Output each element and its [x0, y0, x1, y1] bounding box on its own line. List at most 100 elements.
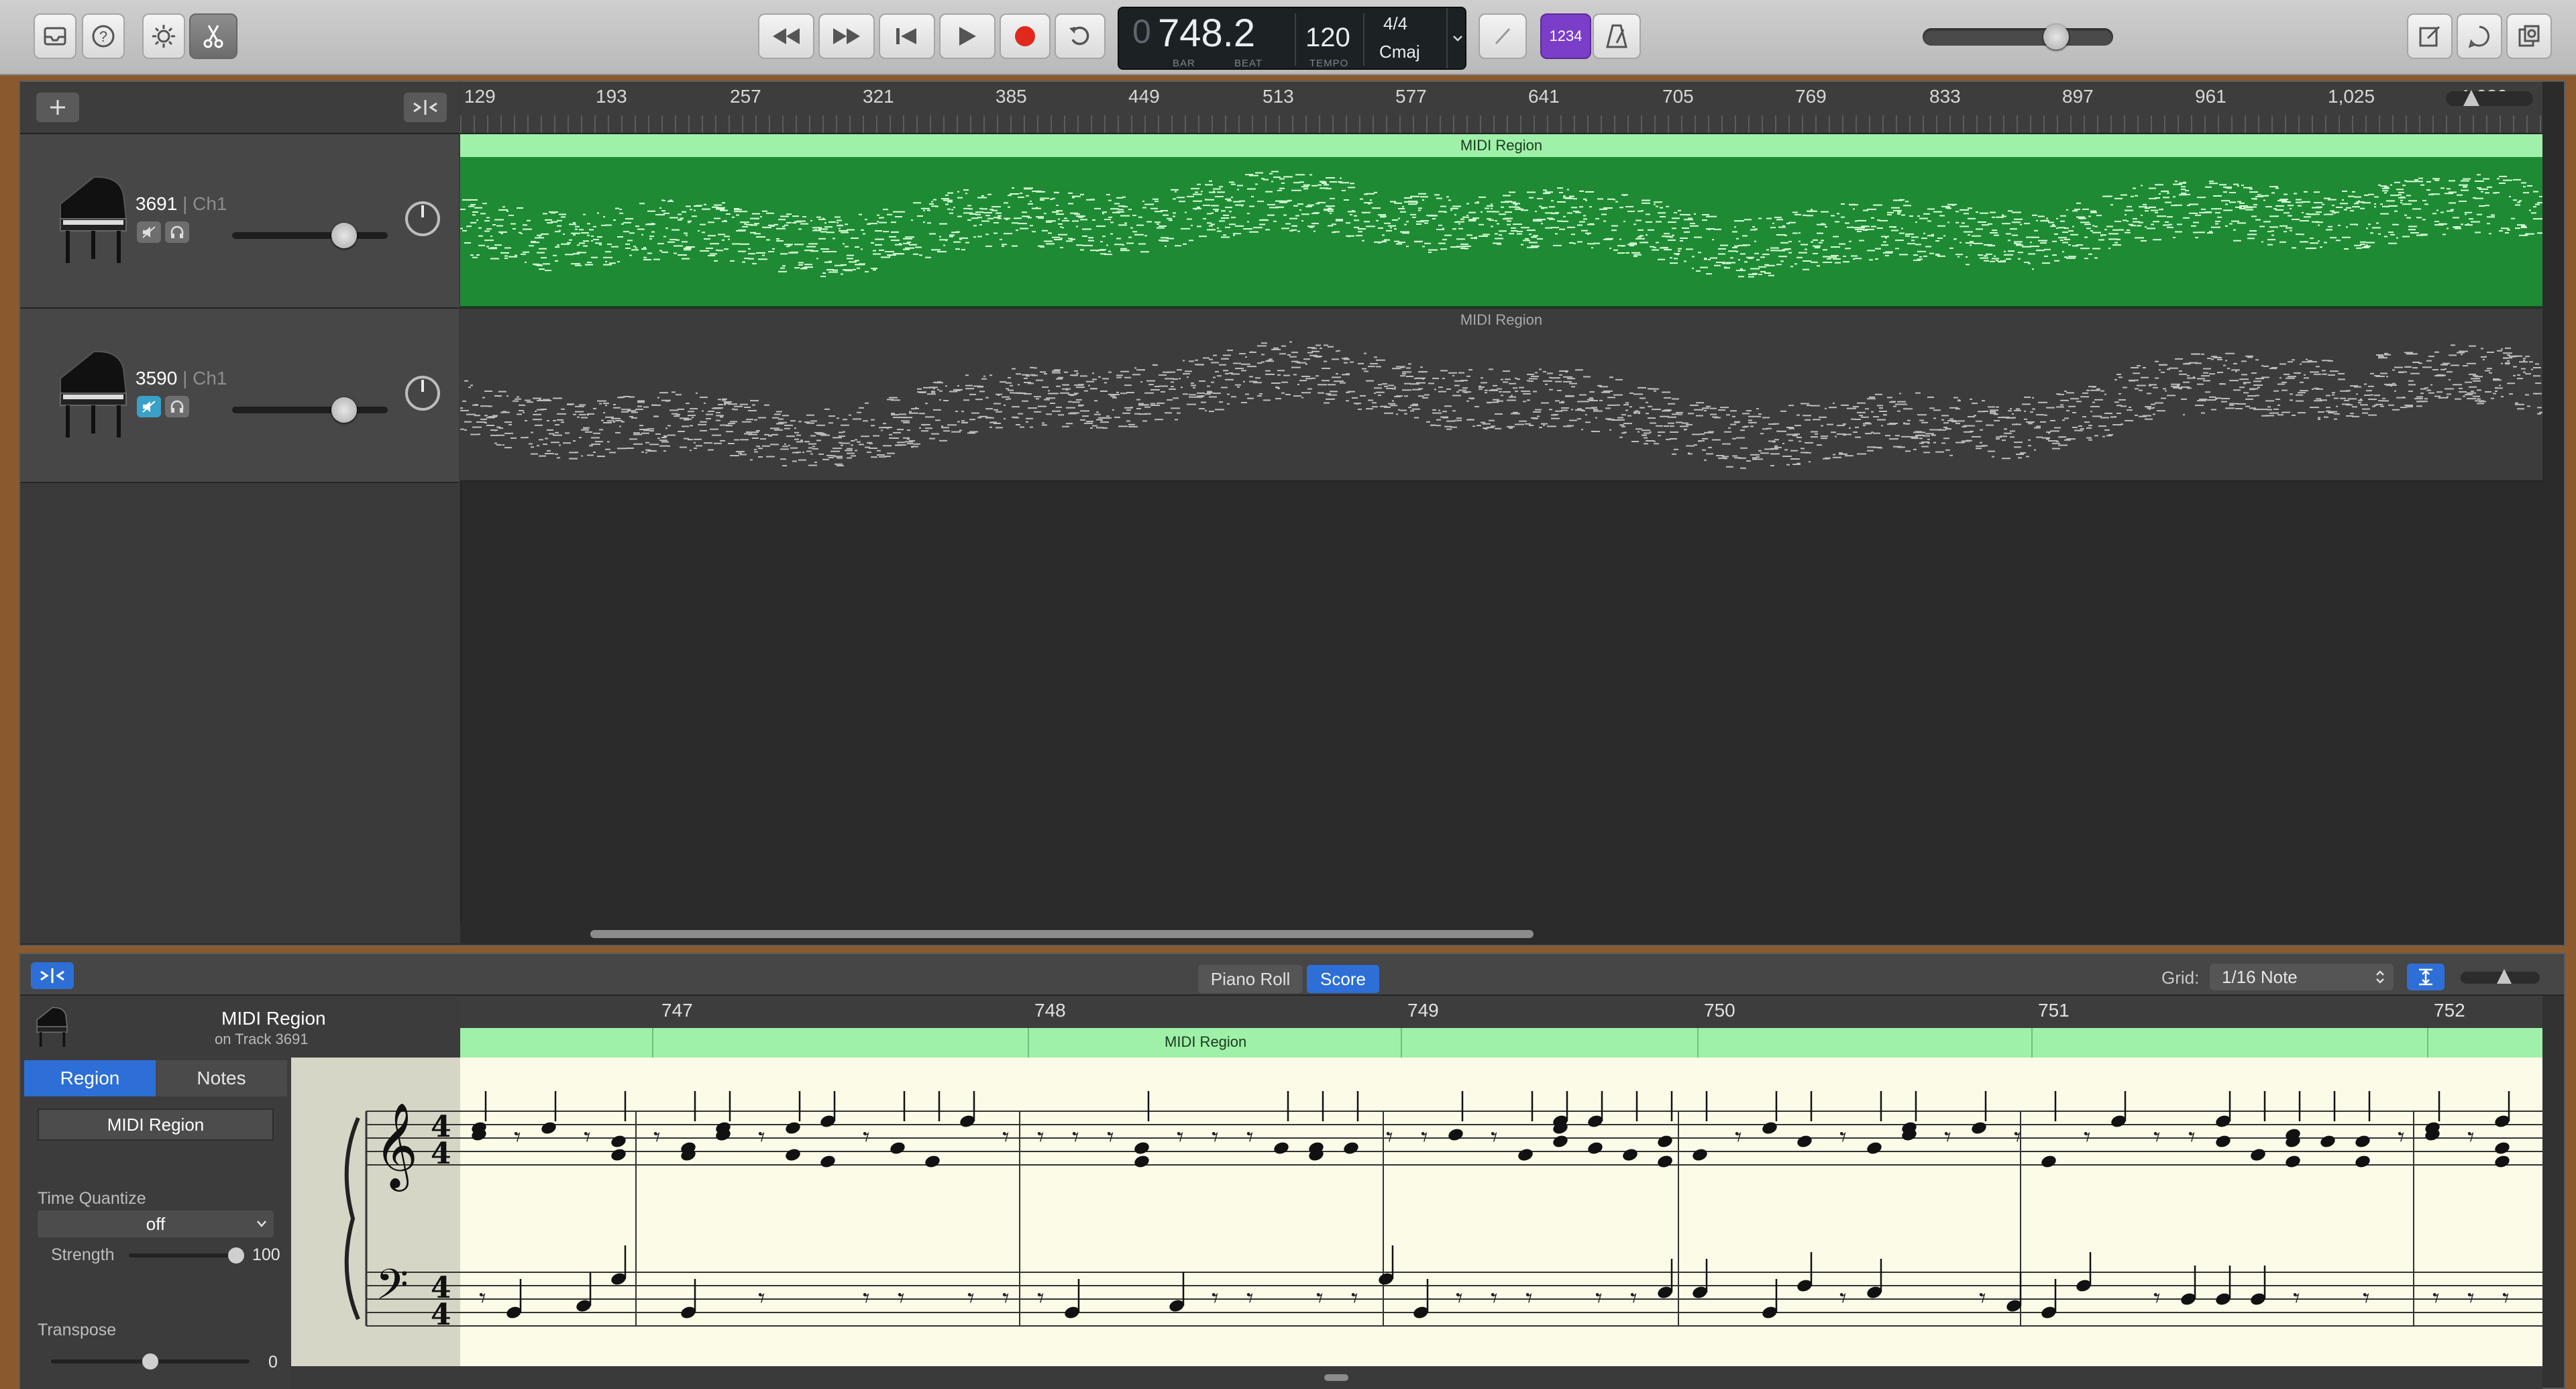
- metronome-button[interactable]: [1593, 13, 1641, 59]
- region-label: MIDI Region: [1460, 311, 1543, 328]
- mute-button[interactable]: [137, 396, 161, 417]
- ruler-label: 833: [1929, 86, 1961, 107]
- track-volume-slider[interactable]: [232, 407, 388, 413]
- tracks-scrollbar[interactable]: [460, 923, 2542, 943]
- track-volume-knob[interactable]: [331, 397, 358, 423]
- zoom-slider[interactable]: [2446, 90, 2533, 106]
- tracks-header-bar: [20, 82, 459, 134]
- zoom-slider-knob[interactable]: [2463, 90, 2479, 106]
- tab-region[interactable]: Region: [24, 1060, 156, 1096]
- transpose-knob[interactable]: [142, 1353, 158, 1370]
- tracks-scrollbar-thumb[interactable]: [590, 930, 1534, 938]
- smart-controls-button[interactable]: [142, 13, 185, 59]
- media-browser-icon: [2518, 25, 2540, 47]
- ruler-label: 385: [996, 86, 1027, 107]
- timeline-ruler[interactable]: 129 193 257 321 385 449 513 577 641 705 769 833 897 9…: [460, 82, 2542, 134]
- measure-line: [1401, 1028, 1402, 1058]
- mute-button[interactable]: [137, 221, 161, 243]
- editor-catch-button[interactable]: [31, 962, 74, 989]
- svg-text:𝄾: 𝄾: [1595, 1283, 1603, 1314]
- vertical-fit-button[interactable]: [2407, 964, 2445, 990]
- editors-button[interactable]: [189, 13, 237, 59]
- svg-text:𝄾: 𝄾: [1421, 1122, 1428, 1153]
- measure-label: 751: [2038, 1000, 2070, 1021]
- track-name[interactable]: 3691 | Ch1: [136, 193, 227, 215]
- catch-playhead-icon: [40, 968, 64, 983]
- midi-region-track-3691[interactable]: MIDI Region: [460, 134, 2542, 307]
- tempo-label: TEMPO: [1309, 58, 1349, 69]
- pan-knob[interactable]: [405, 376, 440, 411]
- track-header-3590[interactable]: 3590 | Ch1: [20, 309, 459, 483]
- master-volume-slider[interactable]: [1923, 24, 2113, 50]
- notepad-button[interactable]: [2407, 13, 2453, 59]
- editor-zoom-knob[interactable]: [2497, 969, 2512, 984]
- region-info: MIDI Region on Track 3691: [20, 996, 460, 1058]
- bar-label: BAR: [1173, 58, 1195, 69]
- time-quantize-label: Time Quantize: [38, 1189, 146, 1208]
- master-volume-knob[interactable]: [2043, 24, 2069, 50]
- key-display: Cmaj: [1379, 42, 1420, 62]
- solo-button[interactable]: [165, 396, 189, 417]
- solo-button[interactable]: [165, 221, 189, 243]
- svg-text:𝄾: 𝄾: [1944, 1122, 1951, 1153]
- tab-score[interactable]: Score: [1307, 965, 1379, 993]
- track-name[interactable]: 3590 | Ch1: [136, 368, 227, 389]
- svg-text:𝄾: 𝄾: [2153, 1283, 2161, 1314]
- editor-zoom-slider[interactable]: [2461, 969, 2540, 984]
- time-quantize-select[interactable]: off: [38, 1211, 274, 1237]
- count-in-button[interactable]: 1234: [1540, 13, 1591, 59]
- svg-text:𝄾: 𝄾: [1979, 1283, 1986, 1314]
- go-to-beginning-button[interactable]: [879, 13, 935, 59]
- quick-help-button[interactable]: ?: [82, 13, 125, 59]
- pan-knob[interactable]: [405, 201, 440, 236]
- svg-text:𝄾: 𝄾: [1316, 1283, 1324, 1314]
- svg-text:𝄾: 𝄾: [2502, 1283, 2510, 1314]
- score-scrollbar[interactable]: [291, 1366, 2542, 1389]
- ruler-label: 321: [863, 86, 894, 107]
- tuner-button[interactable]: [1479, 13, 1527, 59]
- position-display: 748.2: [1158, 11, 1256, 55]
- cycle-button[interactable]: [1055, 13, 1106, 59]
- media-browser-button[interactable]: [2506, 13, 2552, 59]
- strength-slider[interactable]: [129, 1247, 244, 1264]
- editor-region-bar[interactable]: MIDI Region: [460, 1028, 2542, 1058]
- tab-piano-roll[interactable]: Piano Roll: [1198, 965, 1303, 993]
- svg-text:𝄾: 𝄾: [1491, 1283, 1498, 1314]
- editor-ruler[interactable]: 747 748 749 750 751 752: [460, 996, 2542, 1028]
- svg-text:𝄾: 𝄾: [2467, 1122, 2475, 1153]
- forward-button[interactable]: [818, 13, 875, 59]
- midi-region-track-3590[interactable]: MIDI Region: [460, 309, 2542, 482]
- tab-notes[interactable]: Notes: [156, 1060, 287, 1096]
- svg-text:𝄾: 𝄾: [1491, 1122, 1498, 1153]
- track-header-3691[interactable]: 3691 | Ch1: [20, 134, 459, 309]
- lcd-display[interactable]: 0 748.2 BAR BEAT 120 TEMPO 4/4 Cmaj: [1118, 7, 1466, 70]
- track-volume-slider[interactable]: [232, 232, 388, 239]
- vertical-zoom-icon: [2419, 968, 2432, 986]
- svg-text:?: ?: [99, 28, 107, 45]
- strength-knob[interactable]: [228, 1247, 244, 1264]
- transpose-slider[interactable]: [51, 1353, 250, 1370]
- catch-playhead-icon: [413, 100, 437, 115]
- svg-text:𝄾: 𝄾: [1525, 1283, 1533, 1314]
- tempo-display: 120: [1305, 23, 1350, 52]
- add-track-button[interactable]: [36, 93, 79, 122]
- time-signature-display: 4/4: [1383, 13, 1408, 34]
- svg-text:𝄾: 𝄾: [758, 1283, 765, 1314]
- track-volume-knob[interactable]: [331, 223, 358, 248]
- play-button[interactable]: [939, 13, 996, 59]
- measure-line: [1028, 1028, 1029, 1058]
- catch-playhead-button[interactable]: [404, 93, 447, 122]
- library-button[interactable]: [34, 13, 76, 59]
- lcd-menu-button[interactable]: [1446, 8, 1468, 68]
- beat-label: BEAT: [1234, 58, 1263, 69]
- loop-browser-button[interactable]: [2457, 13, 2502, 59]
- score-scrollbar-thumb[interactable]: [1324, 1374, 1348, 1381]
- help-icon: ?: [92, 25, 115, 48]
- region-name-field[interactable]: MIDI Region: [38, 1109, 274, 1141]
- piano-icon: [60, 176, 127, 263]
- record-button[interactable]: [1000, 13, 1051, 59]
- grid-select[interactable]: 1/16 Note: [2210, 964, 2394, 990]
- svg-text:𝄞: 𝄞: [374, 1102, 418, 1192]
- rewind-button[interactable]: [758, 13, 814, 59]
- ruler-label: 897: [2062, 86, 2094, 107]
